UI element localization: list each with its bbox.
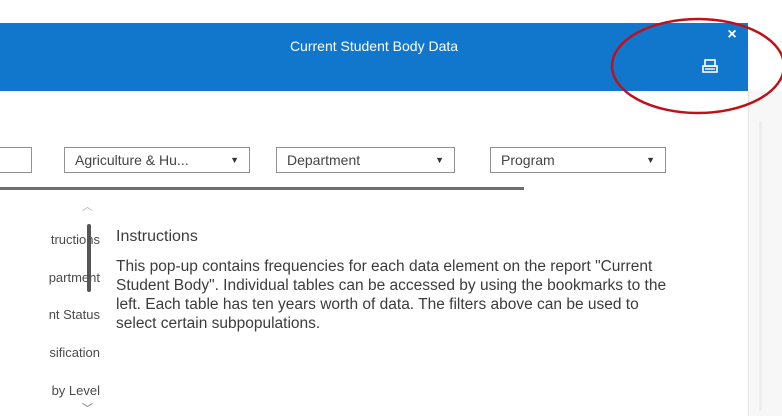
department-dropdown-value: Department	[287, 152, 361, 168]
bookmark-scrollbar[interactable]	[87, 224, 91, 292]
bookmark-item-department[interactable]: partment	[49, 270, 100, 285]
nav-scroll-down-icon[interactable]: ﹀	[82, 400, 93, 416]
close-icon[interactable]: ×	[724, 27, 740, 43]
chevron-down-icon: ▼	[435, 155, 444, 165]
department-dropdown[interactable]: Department ▼	[276, 147, 455, 173]
content-body-text: This pop-up contains frequencies for eac…	[116, 258, 667, 332]
chevron-down-icon: ▼	[646, 155, 655, 165]
chevron-down-icon: ▼	[230, 155, 239, 165]
dialog-header	[0, 23, 748, 91]
printer-icon[interactable]	[702, 59, 718, 75]
popup-window: Current Student Body Data × ] Agricultur…	[0, 0, 782, 416]
filter-bar-divider	[0, 187, 524, 190]
program-dropdown-value: Program	[501, 152, 555, 168]
bookmark-item-instructions[interactable]: tructions	[51, 232, 100, 247]
dialog-title: Current Student Body Data	[289, 38, 459, 54]
content-heading: Instructions	[116, 228, 198, 245]
background-scroll-track	[759, 121, 762, 411]
bookmark-list: tructions partment nt Status sification …	[0, 200, 100, 416]
bookmark-item-classification[interactable]: sification	[49, 345, 100, 360]
bookmark-item-by-level[interactable]: by Level	[52, 383, 100, 398]
background-panel-strip	[748, 91, 782, 416]
filter-dropdown-partial[interactable]: ]	[0, 147, 32, 173]
bookmark-item-enrollment-status[interactable]: nt Status	[49, 307, 100, 322]
college-dropdown-value: Agriculture & Hu...	[75, 152, 189, 168]
college-dropdown[interactable]: Agriculture & Hu... ▼	[64, 147, 250, 173]
program-dropdown[interactable]: Program ▼	[490, 147, 666, 173]
